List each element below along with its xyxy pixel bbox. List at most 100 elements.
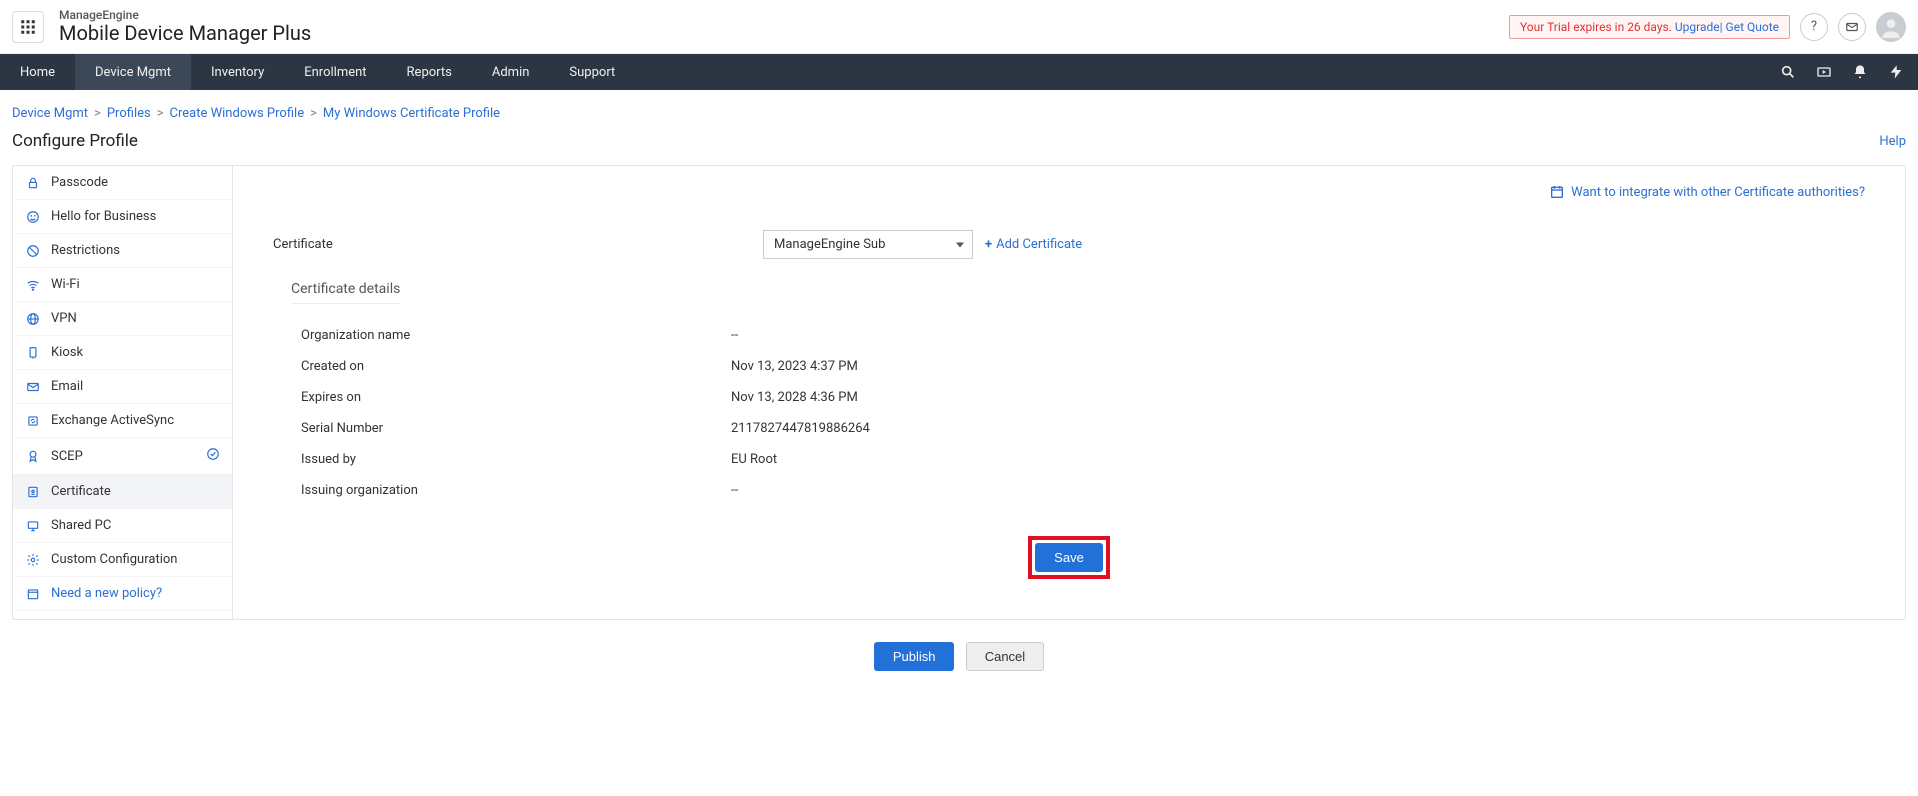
sidebar-item-hello-for-business[interactable]: Hello for Business <box>13 200 232 234</box>
sidebar-item-label: Restrictions <box>51 243 120 258</box>
detail-value: -- <box>731 328 738 343</box>
save-button[interactable]: Save <box>1035 543 1103 572</box>
breadcrumb-item[interactable]: Create Windows Profile <box>170 106 305 121</box>
sidebar-item-exchange-activesync[interactable]: Exchange ActiveSync <box>13 404 232 438</box>
detail-label: Serial Number <box>301 421 731 436</box>
kiosk-icon <box>25 346 41 360</box>
badge-icon <box>25 449 41 463</box>
sidebar-item-label: Passcode <box>51 175 108 190</box>
nav-item-support[interactable]: Support <box>549 54 635 90</box>
breadcrumb-item[interactable]: My Windows Certificate Profile <box>323 106 500 121</box>
content: Passcode Hello for Business Restrictions Wi… <box>12 165 1906 620</box>
detail-row: Organization name-- <box>273 320 1865 351</box>
brand-bottom: Mobile Device Manager Plus <box>59 22 311 44</box>
nav-items: HomeDevice MgmtInventoryEnrollmentReport… <box>0 54 635 90</box>
integrate-row: Want to integrate with other Certificate… <box>273 166 1865 230</box>
sidebar-item-wi-fi[interactable]: Wi-Fi <box>13 268 232 302</box>
user-icon <box>1878 14 1904 40</box>
sidebar-item-label: Email <box>51 379 83 394</box>
notifications-icon[interactable] <box>1852 64 1868 80</box>
detail-label: Issuing organization <box>301 483 731 498</box>
mail-button[interactable] <box>1838 13 1866 41</box>
help-button[interactable]: ? <box>1800 13 1828 41</box>
calendar-icon <box>25 587 41 601</box>
detail-row: Issued byEU Root <box>273 444 1865 475</box>
page-header: Configure Profile Help <box>0 131 1918 165</box>
envelope-icon <box>1845 20 1859 34</box>
sidebar-item-kiosk[interactable]: Kiosk <box>13 336 232 370</box>
integrate-link[interactable]: Want to integrate with other Certificate… <box>1549 184 1865 200</box>
cancel-button[interactable]: Cancel <box>966 642 1044 671</box>
video-icon[interactable] <box>1816 64 1832 80</box>
navbar: HomeDevice MgmtInventoryEnrollmentReport… <box>0 54 1918 90</box>
calendar-cert-icon <box>1549 184 1565 200</box>
nav-item-enrollment[interactable]: Enrollment <box>284 54 386 90</box>
bolt-icon[interactable] <box>1888 64 1904 80</box>
sidebar-item-label: Wi-Fi <box>51 277 80 292</box>
sidebar-item-restrictions[interactable]: Restrictions <box>13 234 232 268</box>
plus-icon: + <box>985 237 992 252</box>
cert-icon <box>25 485 41 499</box>
brand: ManageEngine Mobile Device Manager Plus <box>59 9 311 44</box>
search-icon[interactable] <box>1780 64 1796 80</box>
detail-label: Issued by <box>301 452 731 467</box>
trial-banner: Your Trial expires in 26 days. Upgrade| … <box>1509 15 1790 39</box>
sidebar-item-shared-pc[interactable]: Shared PC <box>13 509 232 543</box>
help-link[interactable]: Help <box>1879 134 1906 149</box>
grid-icon <box>19 18 37 36</box>
nav-item-device-mgmt[interactable]: Device Mgmt <box>75 54 191 90</box>
breadcrumb: Device Mgmt > Profiles > Create Windows Prof… <box>0 90 1918 131</box>
wifi-icon <box>25 278 41 292</box>
app-launcher-icon[interactable] <box>12 11 44 43</box>
breadcrumb-item[interactable]: Profiles <box>107 106 151 121</box>
brand-top: ManageEngine <box>59 9 311 22</box>
smile-icon <box>25 210 41 224</box>
breadcrumb-sep: > <box>157 106 164 121</box>
detail-label: Organization name <box>301 328 731 343</box>
sidebar-item-vpn[interactable]: VPN <box>13 302 232 336</box>
sidebar-item-label: Kiosk <box>51 345 83 360</box>
sidebar-item-passcode[interactable]: Passcode <box>13 166 232 200</box>
certificate-input-col: ManageEngine Sub + Add Certificate <box>763 230 1082 259</box>
add-certificate-text: Add Certificate <box>996 237 1082 252</box>
add-certificate-link[interactable]: + Add Certificate <box>985 237 1082 252</box>
globe-icon <box>25 312 41 326</box>
sidebar-item-email[interactable]: Email <box>13 370 232 404</box>
sidebar-item-label: VPN <box>51 311 77 326</box>
get-quote-link[interactable]: Get Quote <box>1726 20 1779 34</box>
certificate-row: Certificate ManageEngine Sub + Add Certi… <box>273 230 1865 259</box>
nav-item-admin[interactable]: Admin <box>472 54 550 90</box>
detail-value: Nov 13, 2023 4:37 PM <box>731 359 858 374</box>
avatar[interactable] <box>1876 12 1906 42</box>
detail-label: Expires on <box>301 390 731 405</box>
sidebar-item-label: Hello for Business <box>51 209 156 224</box>
breadcrumb-item[interactable]: Device Mgmt <box>12 106 88 121</box>
detail-row: Created onNov 13, 2023 4:37 PM <box>273 351 1865 382</box>
details-title: Certificate details <box>291 281 400 304</box>
detail-value: -- <box>731 483 738 498</box>
mail-icon <box>25 380 41 394</box>
certificate-select[interactable]: ManageEngine Sub <box>763 230 973 259</box>
detail-row: Serial Number2117827447819886264 <box>273 413 1865 444</box>
footer-actions: Publish Cancel <box>0 620 1918 697</box>
check-icon <box>206 447 220 465</box>
sidebar-item-label: Exchange ActiveSync <box>51 413 174 428</box>
certificate-label: Certificate <box>273 237 763 252</box>
topbar: ManageEngine Mobile Device Manager Plus … <box>0 0 1918 54</box>
nav-item-reports[interactable]: Reports <box>387 54 472 90</box>
nav-item-inventory[interactable]: Inventory <box>191 54 284 90</box>
integrate-text: Want to integrate with other Certificate… <box>1571 185 1865 200</box>
details-list: Organization name--Created onNov 13, 202… <box>273 320 1865 506</box>
sync-icon <box>25 414 41 428</box>
upgrade-link[interactable]: Upgrade <box>1675 20 1720 34</box>
sidebar-item-custom-configuration[interactable]: Custom Configuration <box>13 543 232 577</box>
detail-value: 2117827447819886264 <box>731 421 870 436</box>
sidebar-item-certificate[interactable]: Certificate <box>13 475 232 509</box>
detail-label: Created on <box>301 359 731 374</box>
need-policy-link[interactable]: Need a new policy? <box>13 577 232 611</box>
publish-button[interactable]: Publish <box>874 642 955 671</box>
breadcrumb-sep: > <box>94 106 101 121</box>
sidebar-item-scep[interactable]: SCEP <box>13 438 232 475</box>
page-title: Configure Profile <box>12 131 138 151</box>
nav-item-home[interactable]: Home <box>0 54 75 90</box>
